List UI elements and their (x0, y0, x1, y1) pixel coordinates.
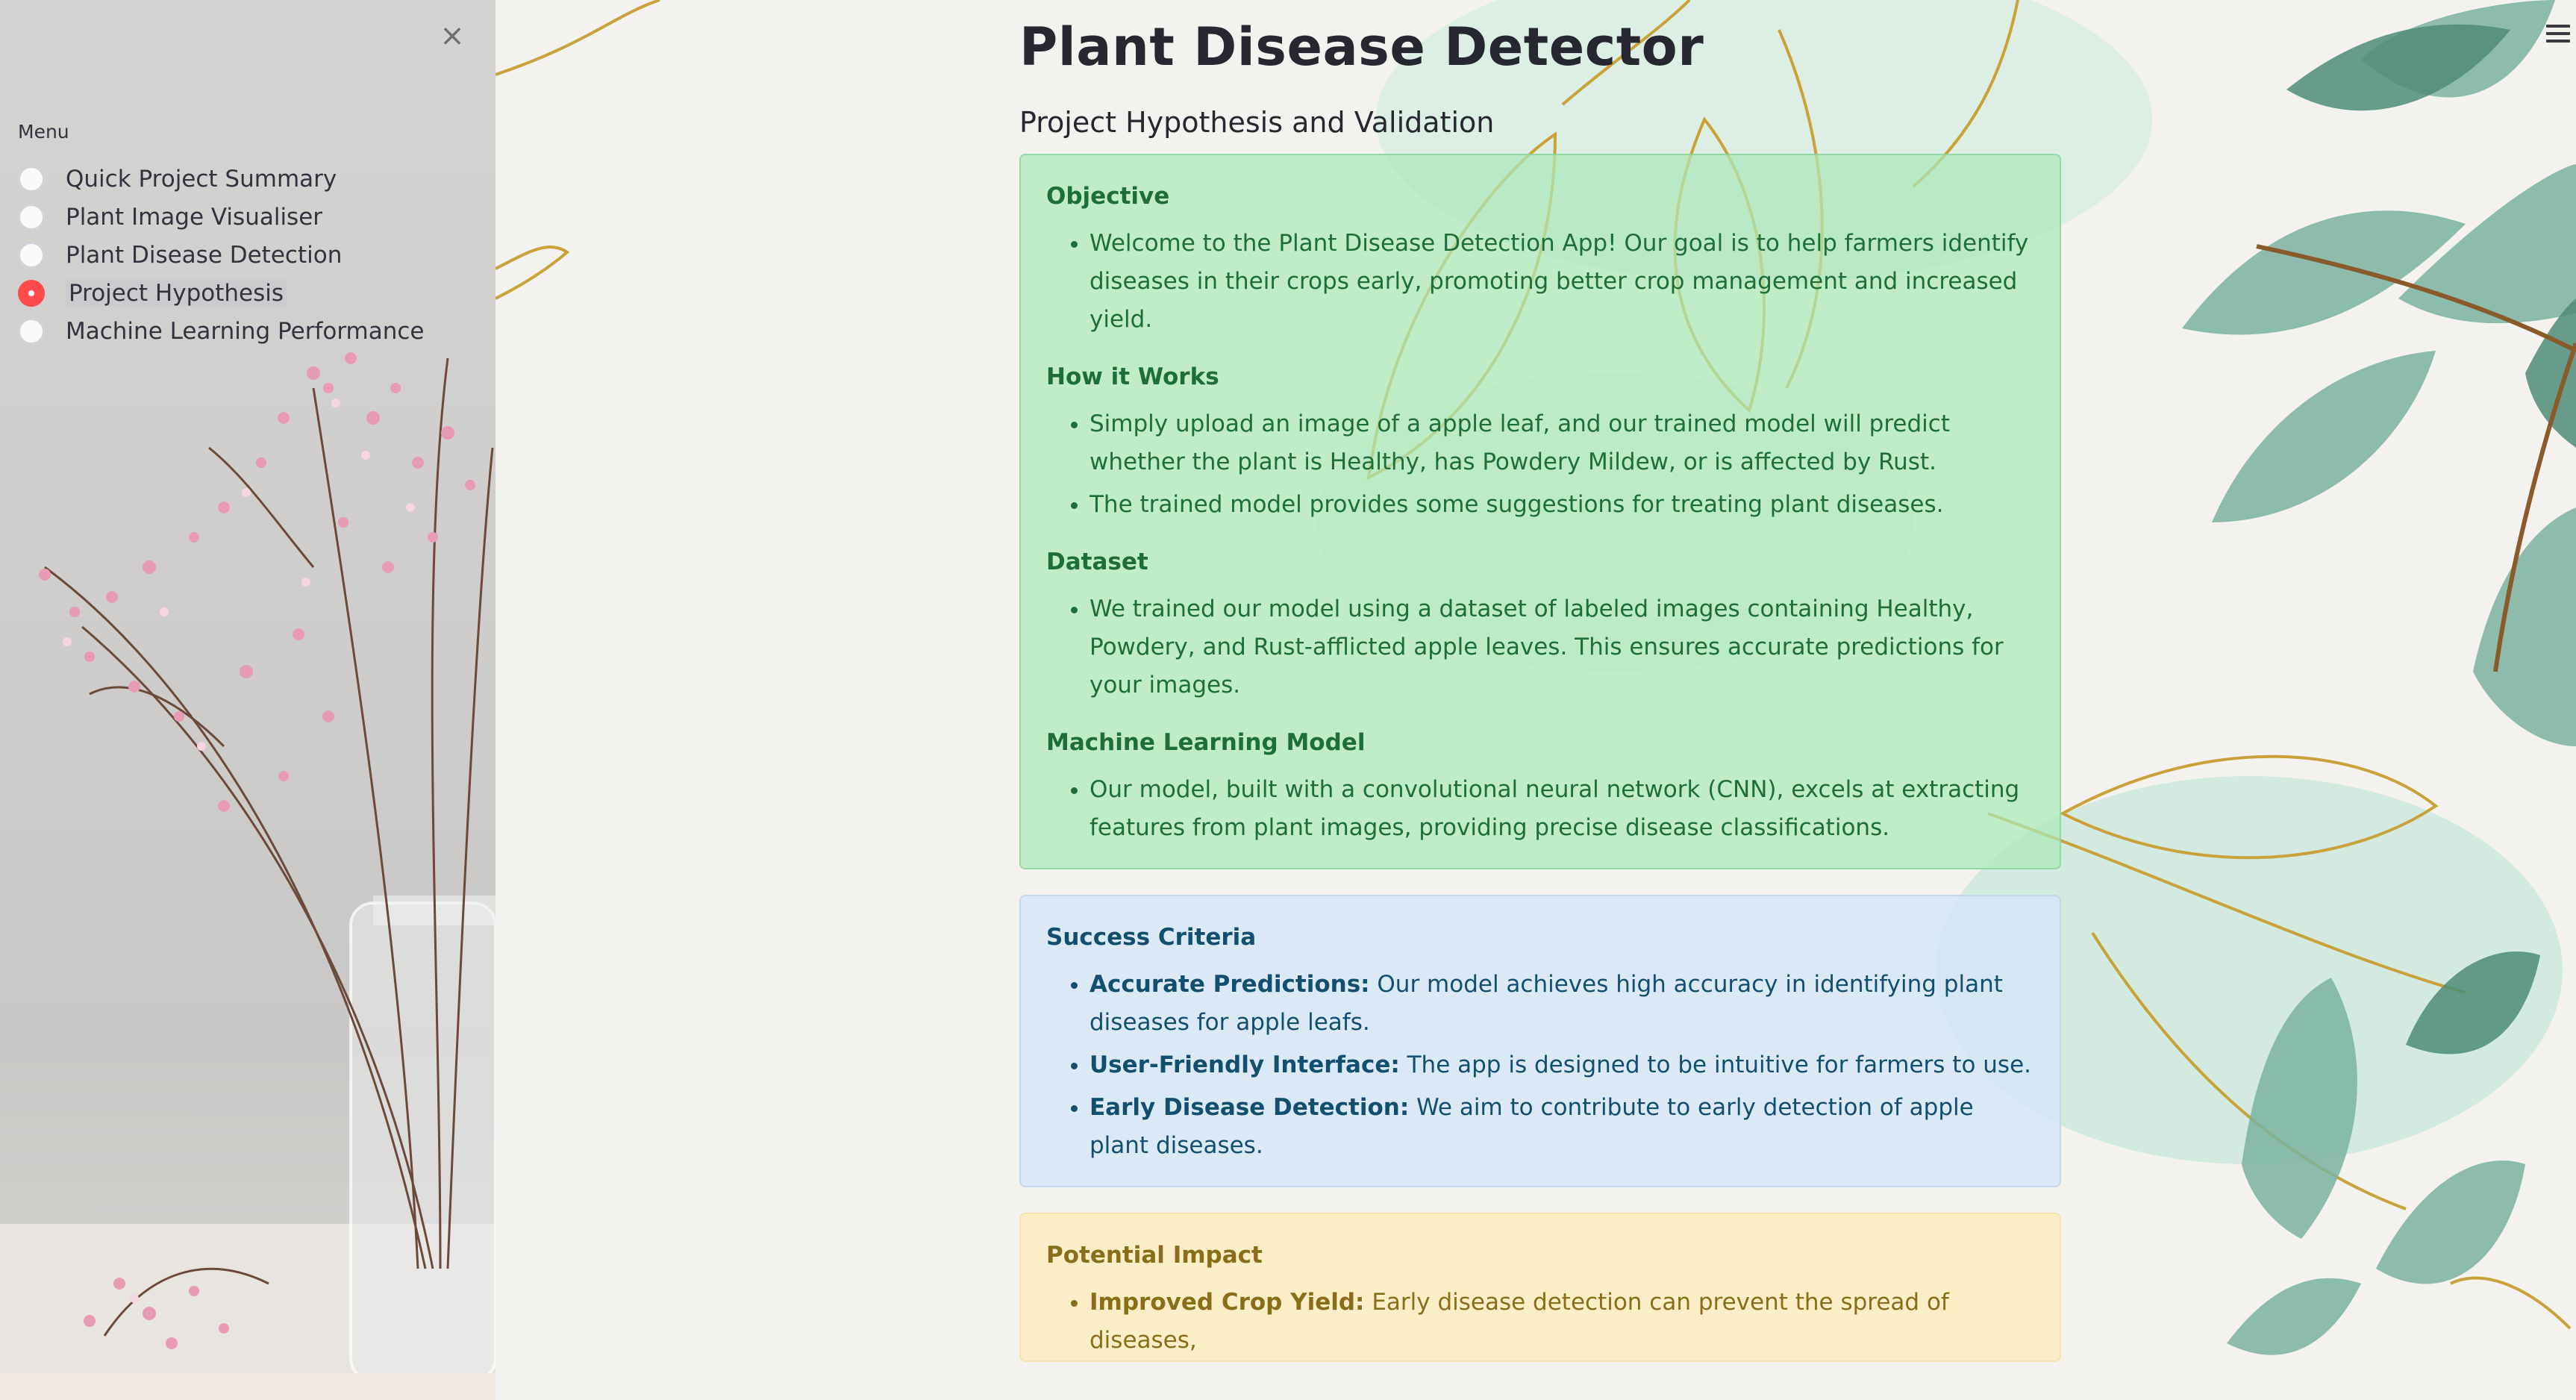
radio-icon[interactable] (18, 241, 45, 269)
criteria-text: The app is designed to be intuitive for … (1399, 1051, 2031, 1078)
list-item: Early Disease Detection: We aim to contr… (1090, 1089, 2034, 1165)
page-subheader: Project Hypothesis and Validation (1019, 106, 1495, 139)
objective-heading: Objective (1046, 183, 1170, 210)
main-content: Plant Disease Detector Project Hypothesi… (1019, 0, 2061, 1362)
impact-label: Improved Crop Yield: (1090, 1289, 1365, 1316)
page-title: Plant Disease Detector (1019, 16, 1704, 78)
nav-option-label: Project Hypothesis (66, 279, 287, 307)
nav-option-label: Plant Disease Detection (66, 241, 343, 269)
radio-selected-icon[interactable] (18, 279, 45, 307)
list-item: Our model, built with a convolutional ne… (1090, 771, 2034, 847)
ml-model-list: Our model, built with a convolutional ne… (1046, 771, 2034, 847)
menu-label: Menu (18, 121, 69, 143)
nav-option-label: Machine Learning Performance (66, 317, 425, 345)
potential-impact-list: Improved Crop Yield: Early disease detec… (1046, 1284, 2034, 1360)
potential-impact-heading: Potential Impact (1046, 1242, 1263, 1269)
nav-option-machine-learning-performance[interactable]: Machine Learning Performance (18, 312, 425, 350)
radio-icon[interactable] (18, 203, 45, 231)
list-item: The trained model provides some suggesti… (1090, 486, 2034, 524)
objective-list: Welcome to the Plant Disease Detection A… (1046, 225, 2034, 339)
success-criteria-heading: Success Criteria (1046, 924, 1257, 951)
nav-option-plant-disease-detection[interactable]: Plant Disease Detection (18, 236, 425, 274)
criteria-label: Accurate Predictions: (1090, 971, 1370, 998)
list-item: We trained our model using a dataset of … (1090, 590, 2034, 704)
how-it-works-heading: How it Works (1046, 363, 1219, 390)
dataset-heading: Dataset (1046, 549, 1148, 575)
ml-model-heading: Machine Learning Model (1046, 729, 1366, 756)
criteria-label: Early Disease Detection: (1090, 1094, 1410, 1121)
overview-success-box: Objective Welcome to the Plant Disease D… (1019, 154, 2061, 869)
nav-option-label: Plant Image Visualiser (66, 203, 323, 231)
criteria-label: User-Friendly Interface: (1090, 1051, 1400, 1078)
nav-option-plant-image-visualiser[interactable]: Plant Image Visualiser (18, 198, 425, 236)
nav-option-quick-project-summary[interactable]: Quick Project Summary (18, 160, 425, 198)
list-item: User-Friendly Interface: The app is desi… (1090, 1046, 2034, 1084)
radio-icon[interactable] (18, 165, 45, 193)
nav-option-project-hypothesis[interactable]: Project Hypothesis (18, 274, 425, 312)
list-item: Accurate Predictions: Our model achieves… (1090, 966, 2034, 1042)
success-criteria-list: Accurate Predictions: Our model achieves… (1046, 966, 2034, 1165)
sidebar: × Menu Quick Project Summary Plant Image… (0, 0, 495, 1400)
main-area: Plant Disease Detector Project Hypothesi… (495, 0, 2576, 1400)
list-item: Welcome to the Plant Disease Detection A… (1090, 225, 2034, 339)
dataset-list: We trained our model using a dataset of … (1046, 590, 2034, 704)
list-item: Improved Crop Yield: Early disease detec… (1090, 1284, 2034, 1360)
success-criteria-info-box: Success Criteria Accurate Predictions: O… (1019, 895, 2061, 1187)
navigation-radio-group: Quick Project Summary Plant Image Visual… (18, 160, 425, 350)
radio-icon[interactable] (18, 317, 45, 345)
nav-option-label: Quick Project Summary (66, 165, 337, 193)
potential-impact-warning-box: Potential Impact Improved Crop Yield: Ea… (1019, 1213, 2061, 1362)
close-sidebar-icon[interactable]: × (436, 19, 469, 52)
main-menu-hamburger-icon[interactable] (2543, 21, 2573, 46)
list-item: Simply upload an image of a apple leaf, … (1090, 405, 2034, 481)
how-it-works-list: Simply upload an image of a apple leaf, … (1046, 405, 2034, 524)
